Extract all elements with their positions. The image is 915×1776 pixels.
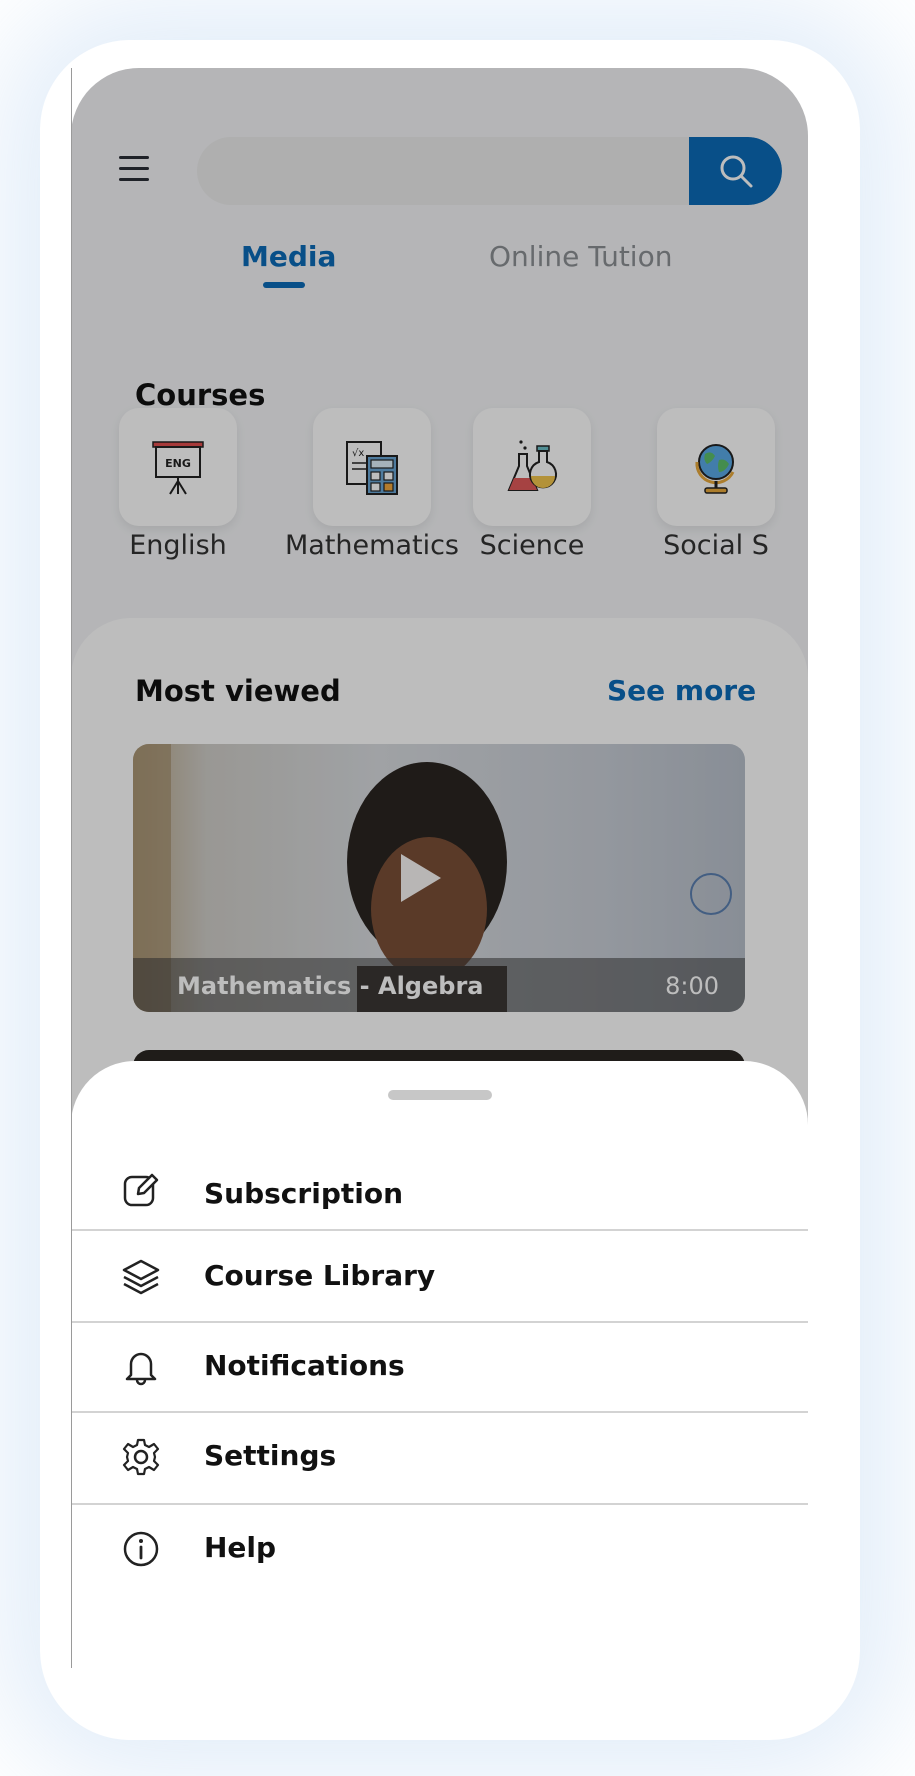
bottom-sheet-menu: Subscription Course Library Notification… [71, 1061, 808, 1668]
menu-item-help[interactable]: Help [71, 1505, 808, 1595]
phone-screen: Media Online Tution Courses ENG English … [71, 68, 808, 1668]
menu-item-course-library[interactable]: Course Library [71, 1231, 808, 1321]
edit-icon [123, 1173, 159, 1207]
gear-icon [122, 1438, 160, 1476]
phone-edge [71, 68, 72, 1668]
menu-label: Notifications [204, 1349, 405, 1382]
menu-item-subscription[interactable]: Subscription [71, 1157, 808, 1229]
menu-label: Subscription [204, 1177, 404, 1210]
bell-icon [125, 1352, 157, 1386]
menu-item-settings[interactable]: Settings [71, 1413, 808, 1503]
drag-handle[interactable] [388, 1090, 492, 1100]
info-icon [123, 1531, 159, 1567]
menu-item-notifications[interactable]: Notifications [71, 1323, 808, 1411]
menu-label: Course Library [204, 1259, 436, 1292]
menu-label: Settings [204, 1439, 337, 1472]
layers-icon [122, 1259, 160, 1295]
menu-label: Help [204, 1531, 277, 1564]
